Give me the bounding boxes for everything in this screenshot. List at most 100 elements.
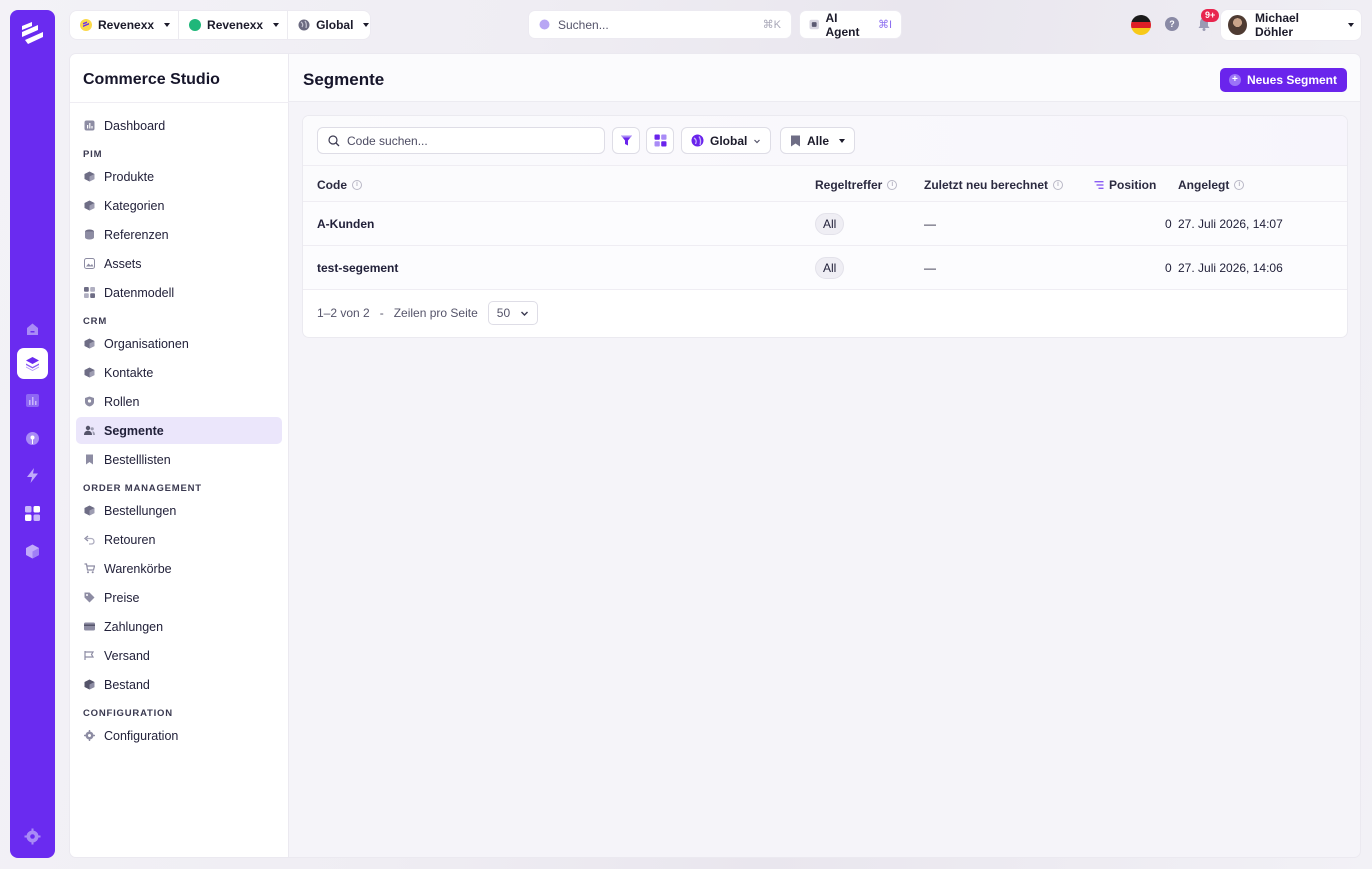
cell-position: 0 <box>1165 261 1172 275</box>
sidebar-item-label: Bestellungen <box>104 503 177 518</box>
sidebar-item-dashboard[interactable]: Dashboard <box>76 112 282 139</box>
apps-icon[interactable] <box>17 498 48 529</box>
code-search-input[interactable]: Code suchen... <box>317 127 605 154</box>
ai-agent-button[interactable]: AI Agent ⌘I <box>800 11 901 39</box>
globe-icon <box>691 134 704 147</box>
location-icon[interactable] <box>17 423 48 454</box>
gear-icon <box>84 730 95 741</box>
sidebar-item-segmente[interactable]: Segmente <box>76 417 282 444</box>
code-search-placeholder: Code suchen... <box>347 133 428 148</box>
sidebar-item-kontakte[interactable]: Kontakte <box>76 359 282 386</box>
help-icon[interactable]: ? <box>1165 17 1179 31</box>
sidebar-item-referenzen[interactable]: Referenzen <box>76 221 282 248</box>
sidebar-nav: Dashboard PIM Produkte Kategorien Refere… <box>76 112 282 751</box>
home-icon[interactable] <box>17 314 48 345</box>
scope-name: Global <box>316 18 354 32</box>
sidebar-item-warenkoerbe[interactable]: Warenkörbe <box>76 555 282 582</box>
table-header: Code i Regeltreffer i Zuletzt neu berech… <box>303 165 1347 202</box>
sidebar-item-label: Versand <box>104 648 150 663</box>
page-title: Segmente <box>303 70 385 89</box>
rows-per-page-select[interactable]: 50 <box>487 301 538 325</box>
sidebar-item-bestand[interactable]: Bestand <box>76 671 282 698</box>
sidebar-item-bestelllisten[interactable]: Bestelllisten <box>76 446 282 473</box>
sidebar-item-label: Retouren <box>104 532 156 547</box>
sidebar-item-versand[interactable]: Versand <box>76 642 282 669</box>
status-filter-select[interactable]: Alle <box>780 127 856 154</box>
sidebar-item-label: Dashboard <box>104 118 166 133</box>
sidebar-item-zahlungen[interactable]: Zahlungen <box>76 613 282 640</box>
lightning-icon[interactable] <box>17 460 48 491</box>
language-flag-icon[interactable] <box>1131 15 1151 35</box>
layers-icon[interactable] <box>17 348 48 379</box>
cube-icon <box>84 505 95 516</box>
scope-filter-select[interactable]: Global <box>681 127 772 154</box>
store-dropdown[interactable]: Revenexx <box>178 11 287 39</box>
column-header-code[interactable]: Code i <box>317 178 362 192</box>
sidebar-item-kategorien[interactable]: Kategorien <box>76 192 282 219</box>
section-heading-configuration: CONFIGURATION <box>83 708 173 719</box>
shield-icon <box>84 396 95 407</box>
column-header-angelegt[interactable]: Angelegt i <box>1178 178 1245 192</box>
new-segment-label: Neues Segment <box>1246 73 1337 87</box>
grid-view-icon <box>654 134 666 147</box>
chevron-down-icon <box>273 23 280 27</box>
plus-icon: + <box>1228 74 1241 86</box>
cell-code[interactable]: test-segement <box>317 261 398 275</box>
image-icon <box>84 258 95 269</box>
column-header-position[interactable]: Position <box>1094 178 1156 192</box>
sidebar-item-organisationen[interactable]: Organisationen <box>76 330 282 357</box>
sidebar-item-bestellungen[interactable]: Bestellungen <box>76 497 282 524</box>
column-label: Regeltreffer <box>815 178 883 192</box>
content-area: Segmente + Neues Segment Code suchen... <box>289 54 1360 857</box>
cell-angelegt: 27. Juli 2026, 14:06 <box>1178 261 1283 275</box>
sidebar-title: Commerce Studio <box>83 71 220 88</box>
users-icon <box>84 425 95 436</box>
column-header-zuletzt[interactable]: Zuletzt neu berechnet i <box>924 178 1064 192</box>
sidebar-item-produkte[interactable]: Produkte <box>76 163 282 190</box>
sidebar-item-retouren[interactable]: Retouren <box>76 526 282 553</box>
package-icon[interactable] <box>17 536 48 567</box>
columns-button[interactable] <box>646 127 674 154</box>
settings-icon[interactable] <box>17 821 48 852</box>
info-icon: i <box>1234 180 1245 190</box>
sidebar-item-preise[interactable]: Preise <box>76 584 282 611</box>
chevron-down-icon <box>839 138 846 143</box>
globe-icon <box>298 19 310 31</box>
table-row[interactable]: A-Kunden All — 0 27. Juli 2026, 14:07 <box>303 202 1347 246</box>
section-heading-crm: CRM <box>83 316 108 327</box>
table-row[interactable]: test-segement All — 0 27. Juli 2026, 14:… <box>303 246 1347 290</box>
column-label: Position <box>1109 178 1157 192</box>
sidebar-item-label: Configuration <box>104 728 179 743</box>
cell-code[interactable]: A-Kunden <box>317 217 374 231</box>
filter-button[interactable] <box>612 127 640 154</box>
global-search-placeholder: Suchen... <box>558 17 609 32</box>
global-search[interactable]: Suchen... ⌘K <box>529 11 791 38</box>
bookmark-icon <box>84 454 95 465</box>
sidebar-item-configuration[interactable]: Configuration <box>76 722 282 749</box>
sidebar-item-label: Assets <box>104 256 142 271</box>
user-menu[interactable]: Michael Döhler <box>1221 10 1361 40</box>
scope-dropdown[interactable]: Global <box>287 11 377 39</box>
divider <box>70 102 289 103</box>
cube-icon <box>84 200 95 211</box>
sidebar-item-label: Zahlungen <box>104 619 164 634</box>
sidebar-item-datenmodell[interactable]: Datenmodell <box>76 279 282 306</box>
new-segment-button[interactable]: + Neues Segment <box>1219 68 1347 92</box>
info-icon: i <box>887 180 898 190</box>
cell-zuletzt: — <box>924 217 936 231</box>
logo-icon[interactable] <box>19 20 46 48</box>
chevron-down-icon <box>164 23 171 27</box>
sidebar-item-label: Referenzen <box>104 227 169 242</box>
analytics-icon[interactable] <box>17 385 48 416</box>
rows-per-page-label: Zeilen pro Seite <box>393 306 478 320</box>
ai-agent-icon <box>809 19 819 30</box>
notification-badge: 9+ <box>1201 9 1220 22</box>
pagination: 1–2 von 2 - Zeilen pro Seite 50 <box>317 301 538 325</box>
database-icon <box>84 229 95 240</box>
sidebar-item-label: Preise <box>104 590 140 605</box>
sidebar-item-assets[interactable]: Assets <box>76 250 282 277</box>
column-header-regeltreffer[interactable]: Regeltreffer i <box>815 178 898 192</box>
tenant-dropdown[interactable]: Revenexx <box>70 11 178 39</box>
sort-icon <box>1094 181 1104 189</box>
sidebar-item-rollen[interactable]: Rollen <box>76 388 282 415</box>
